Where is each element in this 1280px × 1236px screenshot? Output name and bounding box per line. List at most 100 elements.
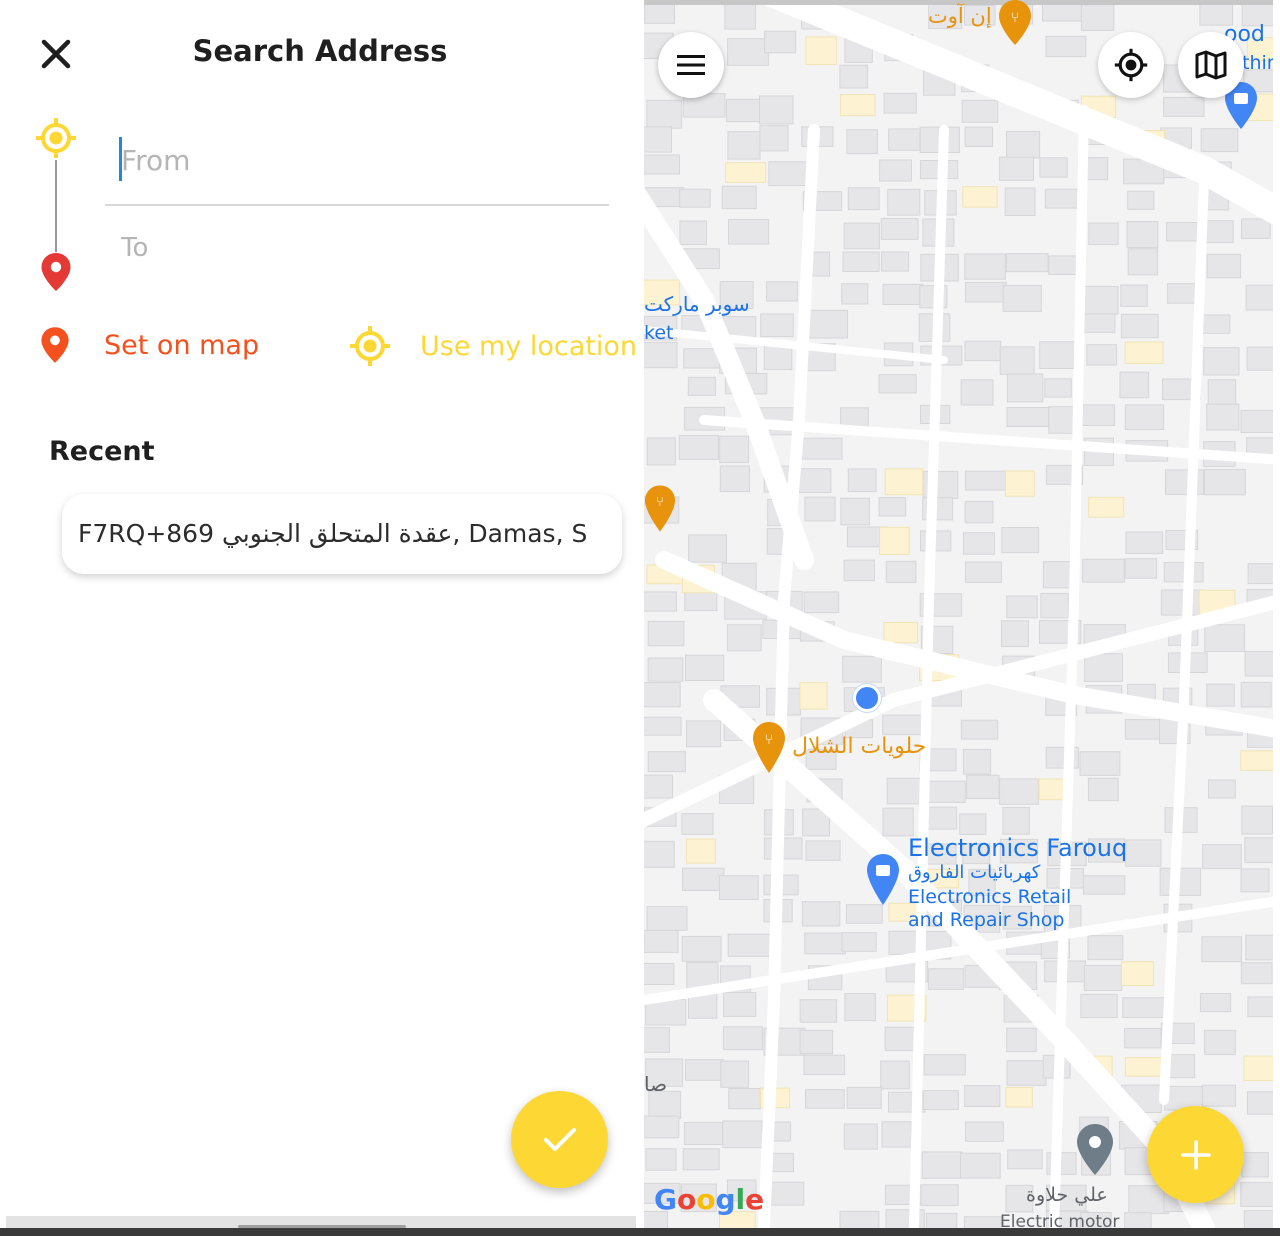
confirm-button[interactable] [511,1091,608,1188]
building-block [1006,595,1038,619]
building-block [647,751,686,773]
building-block [886,777,923,805]
building-block [965,561,1003,583]
building-block [1120,284,1148,307]
building-block [1001,620,1029,648]
to-field[interactable] [105,212,609,282]
building-block [683,1122,724,1145]
building-block [921,1151,963,1179]
from-input[interactable] [119,134,593,186]
map-menu-button[interactable] [658,32,724,98]
building-block [1044,378,1072,398]
map-label-market: سوبر ماركت [644,292,750,316]
building-block [687,376,716,396]
building-block [1080,4,1115,31]
building-block [1087,935,1124,961]
building-block [1125,839,1162,867]
building-block [1005,253,1049,273]
building-block [1039,157,1068,178]
building-block [1167,283,1199,304]
building-block [803,1054,846,1076]
building-block [1165,469,1204,495]
building-block [840,497,870,526]
from-field[interactable] [105,120,609,206]
destination-pin-icon [41,253,71,291]
building-block [841,932,877,952]
building-block [959,813,987,836]
building-block [1048,406,1076,434]
building-block [678,434,719,460]
map-label-place: Electric motor [1000,1212,1120,1228]
building-block [882,714,925,736]
building-block [679,188,711,208]
check-icon [543,1127,576,1151]
map-view[interactable]: ⑂ ⑂ ⑂ إن آوت ood thin سوبر ماركت ket حلو… [644,0,1273,1228]
building-block [644,1027,670,1053]
building-block [966,774,1000,800]
building-block [799,437,843,460]
building-block [1004,470,1035,497]
building-block [964,470,1007,491]
building-block [1087,777,1119,802]
building-block [1202,844,1242,870]
building-block [644,774,673,799]
building-block [878,374,917,394]
building-block [1201,936,1243,963]
building-block [804,496,836,522]
use-my-location-button[interactable]: Use my location [350,326,637,366]
building-block [963,532,995,555]
building-block [961,99,999,123]
building-block [960,379,994,406]
search-address-panel: Search Address Set on map [0,0,640,1236]
building-block [1240,682,1272,708]
page-title: Search Address [192,34,448,68]
building-block [880,217,919,240]
building-block [1201,1084,1236,1107]
building-block [965,1121,1004,1142]
building-block [799,1029,834,1055]
building-block [1241,218,1271,239]
building-block [644,154,681,175]
building-block [682,1148,720,1171]
building-block [1088,496,1125,518]
building-block [726,624,762,652]
building-block [727,131,761,160]
building-block [1124,1057,1166,1077]
building-block [1119,371,1150,399]
map-streets [644,0,1273,1228]
recent-item[interactable]: F7RQ+869 عقدة المتحلق الجنوبي, Damas, S [62,494,622,574]
building-block [805,36,837,66]
building-block [805,1089,845,1109]
building-block [847,468,877,493]
building-block [840,407,869,427]
map-type-button[interactable] [1178,32,1244,98]
building-block [1203,468,1246,496]
recent-item-clip: F7RQ+869 عقدة المتحلق الجنوبي, Damas, S [62,494,594,574]
building-block [879,526,910,555]
building-block [766,281,798,302]
building-block [964,1085,1001,1107]
building-block [646,906,688,931]
set-on-map-button[interactable]: Set on map [40,326,259,364]
building-block [960,1152,1001,1179]
building-block [1126,221,1159,249]
building-block [723,992,757,1017]
building-block [1245,284,1273,311]
building-block [685,654,725,682]
building-block [799,682,828,710]
map-label-shop: كهربائيات الفاروق [908,862,1041,883]
building-block [647,620,685,647]
building-block [718,875,759,901]
building-block [644,591,677,612]
building-block [1240,868,1270,893]
building-block [926,780,966,803]
map-locate-button[interactable] [1098,32,1164,98]
to-input[interactable] [119,222,593,274]
building-block [1243,1055,1273,1081]
building-block [1244,837,1273,864]
building-block [1166,222,1203,242]
building-block [1163,562,1204,583]
add-button[interactable] [1147,1106,1244,1203]
building-block [1241,805,1273,835]
building-block [999,778,1039,805]
